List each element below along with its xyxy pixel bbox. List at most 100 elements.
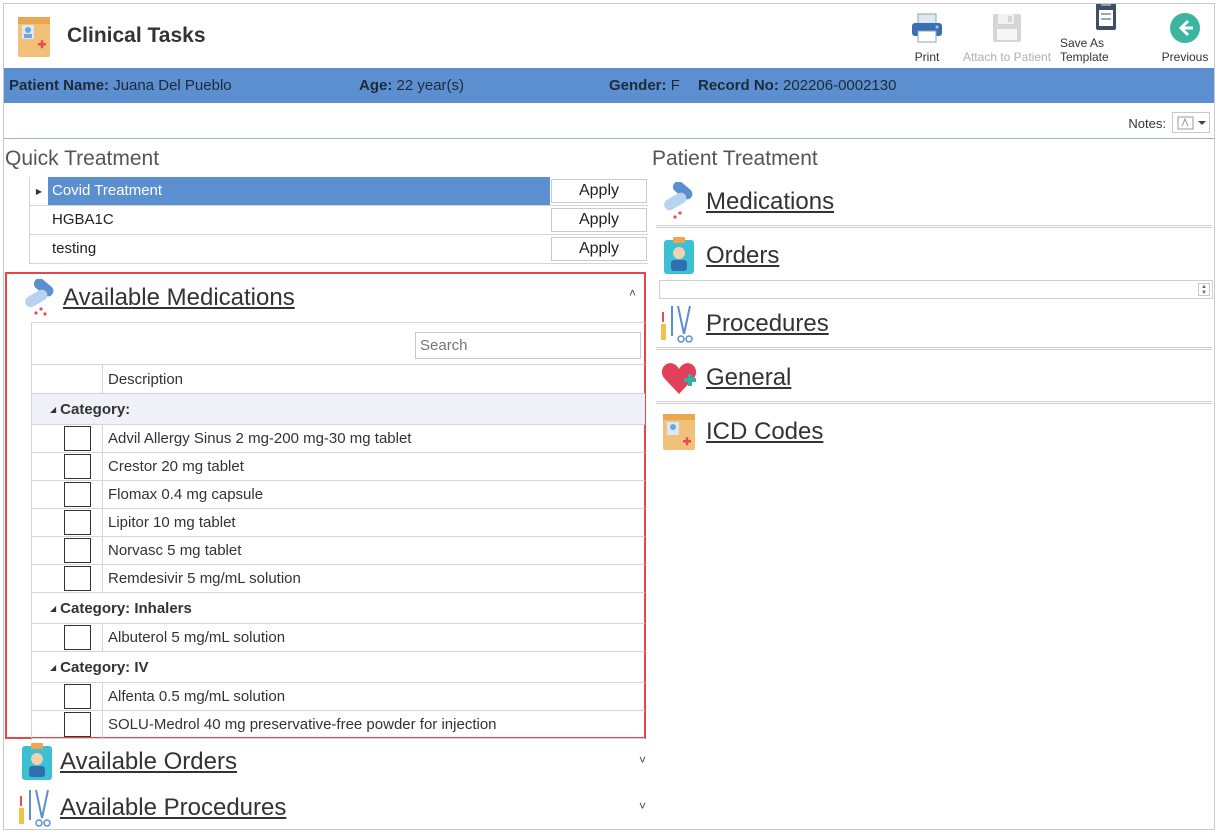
collapse-triangle-icon: ◢	[50, 604, 57, 613]
quick-treatment-title: Quick Treatment	[5, 147, 160, 170]
orders-link[interactable]: Orders	[706, 242, 779, 270]
select-checkbox[interactable]	[64, 684, 91, 709]
pt-procedures: Procedures	[656, 300, 1214, 350]
table-row[interactable]: Alfenta 0.5 mg/mL solution	[32, 683, 645, 711]
pt-general: General	[656, 354, 1214, 404]
medication-description: SOLU-Medrol 40 mg preservative-free powd…	[108, 716, 497, 733]
table-row[interactable]: SOLU-Medrol 40 mg preservative-free powd…	[32, 711, 645, 739]
printer-icon	[909, 10, 945, 46]
collapse-icon[interactable]: ˄	[629, 286, 636, 300]
grid-search-row	[32, 322, 645, 364]
checkbox-cell	[32, 683, 103, 710]
doctor-clipboard-icon	[18, 742, 56, 782]
divider	[656, 401, 1212, 404]
select-checkbox[interactable]	[64, 625, 91, 650]
select-checkbox[interactable]	[64, 566, 91, 591]
page-title: Clinical Tasks	[67, 24, 206, 47]
available-medications-panel: Available Medications ˄ Description ◢Cat…	[5, 272, 646, 739]
previous-button[interactable]: Previous	[1156, 6, 1214, 64]
pt-icd-codes-row: ICD Codes	[660, 412, 823, 452]
quick-treatment-table: ▶ Covid Treatment Apply HGBA1C Apply tes…	[29, 177, 648, 264]
medications-link[interactable]: Medications	[706, 188, 834, 216]
select-checkbox[interactable]	[64, 454, 91, 479]
pt-medications: Medications	[656, 178, 1214, 228]
divider	[656, 347, 1212, 350]
surgical-tools-icon	[18, 788, 56, 828]
table-row[interactable]: Advil Allergy Sinus 2 mg-200 mg-30 mg ta…	[32, 425, 645, 453]
available-orders-link[interactable]: Available Orders	[60, 748, 237, 776]
grid-body: ◢ Category: Advil Allergy Sinus 2 mg-200 …	[32, 394, 645, 739]
table-row[interactable]: Flomax 0.4 mg capsule	[32, 481, 645, 509]
category-text: Category:	[60, 401, 131, 418]
save-as-template-button[interactable]: Save As Template	[1056, 4, 1156, 64]
attach-to-patient-button[interactable]: Attach to Patient	[958, 6, 1056, 64]
quick-treatment-row[interactable]: ▶ Covid Treatment Apply	[30, 177, 648, 206]
patient-age: Age: 22 year(s)	[359, 77, 465, 94]
expand-icon[interactable]: ˅	[639, 753, 646, 767]
procedures-link[interactable]: Procedures	[706, 310, 829, 338]
quick-treatment-name: Covid Treatment	[48, 177, 550, 205]
category-label: ◢ Category: IV	[50, 659, 149, 676]
available-medications-link[interactable]: Available Medications	[63, 284, 295, 312]
notes-dropdown[interactable]	[1172, 112, 1210, 133]
apply-button[interactable]: Apply	[551, 237, 647, 261]
category-row[interactable]: ◢ Category:	[32, 394, 645, 425]
select-checkbox[interactable]	[64, 426, 91, 451]
quick-treatment-row[interactable]: testing Apply	[30, 235, 648, 264]
medication-description: Crestor 20 mg tablet	[108, 458, 244, 475]
select-checkbox[interactable]	[64, 510, 91, 535]
apply-button[interactable]: Apply	[551, 208, 647, 232]
quick-treatment-row[interactable]: HGBA1C Apply	[30, 206, 648, 235]
apply-button[interactable]: Apply	[551, 179, 647, 203]
checkbox-cell	[32, 425, 103, 452]
row-indicator-icon: ▶	[35, 186, 43, 196]
template-label: Save As Template	[1060, 36, 1109, 64]
pt-orders-row: Orders	[660, 236, 779, 276]
pt-orders: Orders	[656, 232, 1214, 282]
patient-record-no: Record No: 202206-0002130	[698, 77, 897, 94]
patient-treatment-title: Patient Treatment	[652, 147, 818, 170]
checkbox-cell	[32, 537, 103, 564]
table-row[interactable]: Albuterol 5 mg/mL solution	[32, 624, 645, 652]
print-button[interactable]: Print	[896, 6, 958, 64]
select-checkbox[interactable]	[64, 482, 91, 507]
medication-description: Flomax 0.4 mg capsule	[108, 486, 264, 503]
quick-treatment-name: HGBA1C	[52, 211, 114, 228]
description-column-header[interactable]: Description	[108, 371, 183, 388]
medication-description: Lipitor 10 mg tablet	[108, 514, 236, 531]
expand-icon[interactable]: ˅	[639, 799, 646, 813]
checkbox-cell	[32, 509, 103, 536]
general-link[interactable]: General	[706, 364, 791, 392]
available-medications-header: Available Medications	[21, 278, 295, 318]
back-arrow-icon	[1167, 10, 1203, 46]
available-procedures-panel: Available Procedures ˅	[18, 787, 648, 829]
available-procedures-link[interactable]: Available Procedures	[60, 794, 286, 822]
medications-grid: Description ◢Category: Advil Allergy Sin…	[31, 322, 645, 739]
orders-spinbox[interactable]: ▲ ▼	[659, 280, 1213, 299]
select-checkbox[interactable]	[64, 538, 91, 563]
search-input[interactable]	[415, 332, 641, 359]
grid-header: Description	[32, 364, 645, 394]
table-row[interactable]: Remdesivir 5 mg/mL solution	[32, 565, 645, 593]
select-checkbox[interactable]	[64, 712, 91, 737]
table-row[interactable]: Norvasc 5 mg tablet	[32, 537, 645, 565]
category-row[interactable]: ◢ Category: IV	[32, 652, 645, 683]
table-row[interactable]: Lipitor 10 mg tablet	[32, 509, 645, 537]
category-text: Category: IV	[60, 659, 149, 676]
clinical-folder-icon	[14, 13, 54, 59]
icd-codes-link[interactable]: ICD Codes	[706, 418, 823, 446]
table-row[interactable]: Crestor 20 mg tablet	[32, 453, 645, 481]
medication-description: Albuterol 5 mg/mL solution	[108, 629, 286, 646]
notes-row: Notes:	[4, 105, 1214, 139]
spin-arrows-icon[interactable]: ▲ ▼	[1198, 283, 1210, 296]
pt-icd-codes: ICD Codes	[656, 408, 1214, 458]
doctor-clipboard-icon	[660, 236, 698, 276]
pills-icon	[660, 181, 698, 222]
checkbox-cell	[32, 711, 103, 738]
save-disk-icon	[989, 10, 1025, 46]
clipboard-icon	[1088, 4, 1124, 32]
pills-icon	[21, 278, 59, 317]
collapse-triangle-icon: ◢	[50, 663, 57, 672]
category-row[interactable]: ◢ Category: Inhalers	[32, 593, 645, 624]
patient-gender: Gender: F	[609, 77, 680, 94]
